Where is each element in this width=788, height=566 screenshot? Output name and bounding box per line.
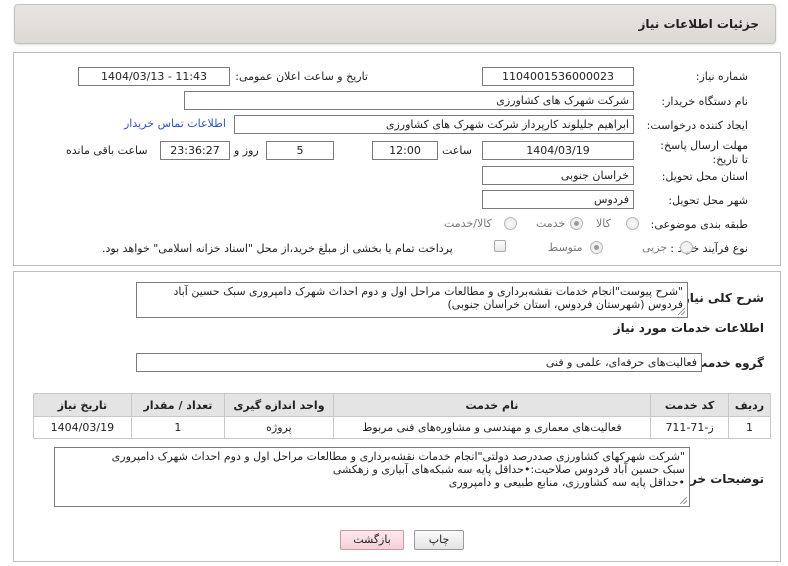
deadline-date-field[interactable]: 1404/03/19 [482, 141, 634, 160]
city-field[interactable]: فردوس [482, 190, 634, 209]
process-radio-minor[interactable] [680, 241, 693, 254]
cell-date: 1404/03/19 [33, 416, 132, 439]
cell-qty: 1 [130, 416, 226, 439]
resize-handle-icon[interactable] [680, 497, 687, 504]
need-number-label: شماره نیاز: [695, 70, 748, 83]
summary-label: شرح کلی نیاز: [678, 291, 764, 305]
process-radio-medium[interactable] [590, 241, 603, 254]
buyer-notes-textarea[interactable]: "شرکت شهرکهای کشاورزی صددرصد دولتی"انجام… [54, 447, 690, 507]
time-remaining-field[interactable]: 23:36:27 [160, 141, 230, 160]
announce-datetime-label: تاریخ و ساعت اعلان عمومی: [235, 70, 368, 83]
city-label: شهر محل تحویل: [668, 194, 748, 207]
category-option-service: خدمت [536, 217, 566, 230]
page-title: جزئیات اطلاعات نیاز [638, 17, 759, 31]
category-radio-goods-service[interactable] [504, 217, 517, 230]
cell-row: 1 [728, 416, 771, 439]
summary-text: "شرح پیوست"انجام خدمات نقشه‌برداری و مطا… [173, 285, 684, 311]
col-row: ردیف [728, 393, 771, 417]
category-radio-goods[interactable] [626, 217, 639, 230]
treasury-payment-note: پرداخت تمام یا بخشی از مبلغ خرید،از محل … [102, 242, 453, 255]
buyer-org-field[interactable]: شرکت شهرک های کشاورزی [184, 91, 634, 110]
page-header: جزئیات اطلاعات نیاز [14, 4, 776, 44]
requester-field[interactable]: ابراهیم جلیلوند کارپرداز شرکت شهرک های ک… [234, 115, 634, 134]
table-header-row: ردیف کد خدمت نام خدمت واحد اندازه گیری ت… [33, 393, 771, 417]
services-section-title: اطلاعات خدمات مورد نیاز [613, 321, 764, 335]
resize-handle-icon[interactable] [678, 308, 685, 315]
col-qty: تعداد / مقدار [130, 393, 226, 417]
buyer-notes-line-1: "شرکت شهرکهای کشاورزی صددرصد دولتی"انجام… [111, 450, 685, 463]
print-button[interactable]: چاپ [414, 530, 464, 550]
process-option-medium: متوسط [548, 241, 583, 254]
col-unit: واحد اندازه گیری [224, 393, 334, 417]
buyer-contact-link[interactable]: اطلاعات تماس خریدار [124, 117, 226, 130]
province-label: استان محل تحویل: [661, 170, 748, 183]
buyer-notes-line-3: •حداقل پایه سه کشاورزی، منابع طبیعی و دا… [448, 476, 685, 489]
process-option-minor: جزیی [642, 241, 668, 254]
requester-label: ایجاد کننده درخواست: [646, 119, 748, 132]
service-group-field[interactable]: فعالیت‌های حرفه‌ای، علمی و فنی [136, 353, 702, 372]
deadline-time-label: ساعت [442, 144, 472, 157]
summary-textarea[interactable]: "شرح پیوست"انجام خدمات نقشه‌برداری و مطا… [136, 282, 688, 318]
col-code: کد خدمت [650, 393, 730, 417]
category-label: طبقه بندی موضوعی: [650, 218, 748, 231]
back-button[interactable]: بازگشت [340, 530, 404, 550]
deadline-time-field[interactable]: 12:00 [372, 141, 438, 160]
col-date: تاریخ نیاز [33, 393, 132, 417]
buyer-notes-line-2: سبک حسین آباد فردوس صلاحیت:•حداقل پایه س… [332, 463, 685, 476]
category-option-goods-service: کالا/خدمت [444, 217, 492, 230]
category-option-goods: کالا [596, 217, 611, 230]
announce-datetime-field[interactable]: 1404/03/13 - 11:43 [78, 67, 230, 86]
category-radio-service[interactable] [570, 217, 583, 230]
need-number-field[interactable]: 1104001536000023 [482, 67, 634, 86]
treasury-payment-checkbox[interactable] [494, 240, 506, 252]
buyer-org-label: نام دستگاه خریدار: [661, 95, 748, 108]
deadline-label: مهلت ارسال پاسخ: تا تاریخ: [660, 139, 748, 166]
province-field[interactable]: خراسان جنوبی [482, 166, 634, 185]
cell-unit: پروژه [224, 416, 334, 439]
cell-code: ز-71-711 [650, 416, 730, 439]
col-name: نام خدمت [332, 393, 652, 417]
days-label: روز و [234, 144, 259, 157]
table-row: 1 ز-71-711 فعالیت‌های معماری و مهندسی و … [33, 416, 771, 439]
days-remaining-field[interactable]: 5 [266, 141, 334, 160]
time-remaining-label: ساعت باقی مانده [66, 144, 148, 157]
cell-name: فعالیت‌های معماری و مهندسی و مشاوره‌های … [332, 416, 652, 439]
services-table: ردیف کد خدمت نام خدمت واحد اندازه گیری ت… [33, 393, 771, 439]
